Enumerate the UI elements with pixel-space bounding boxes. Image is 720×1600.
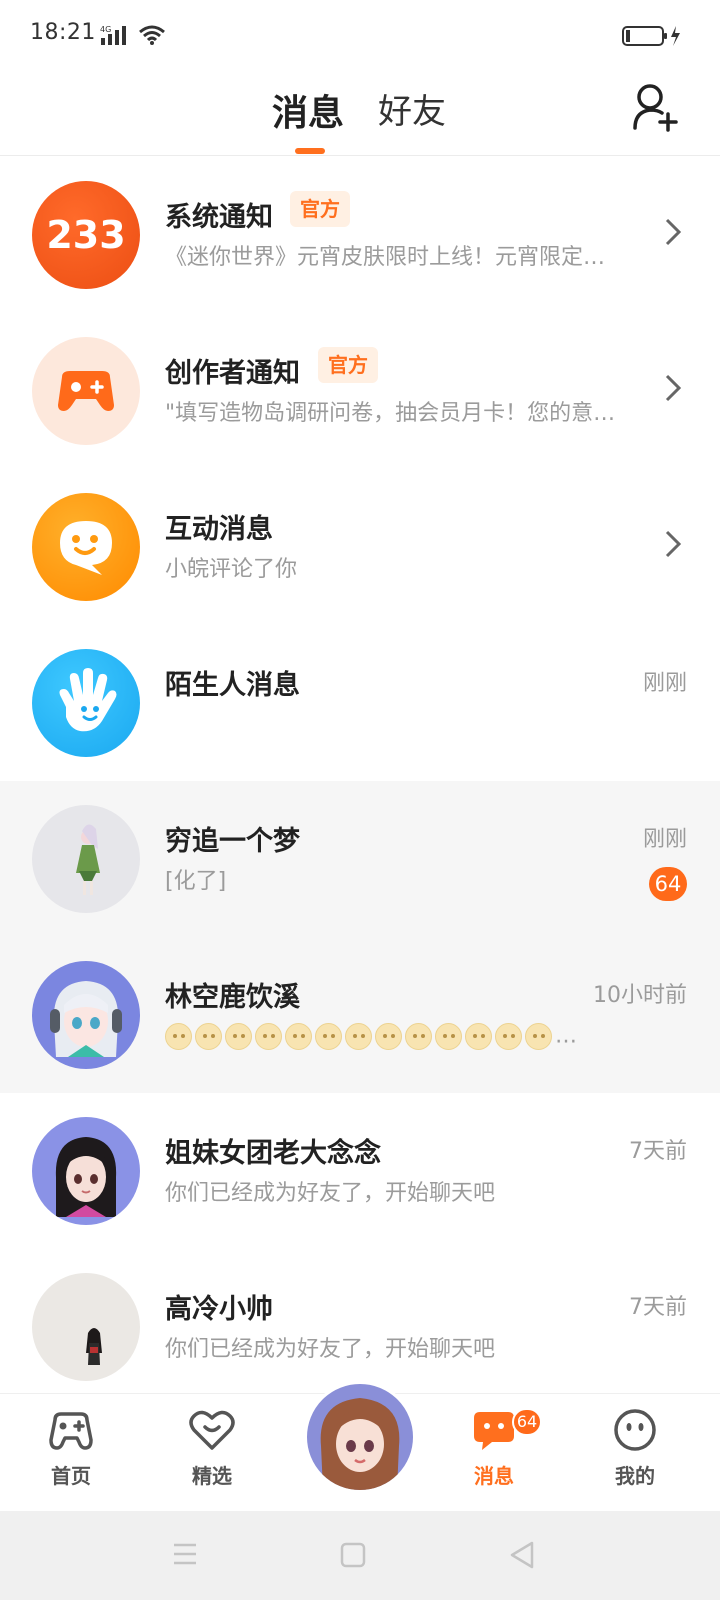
status-bar: 18:21 4G [0, 0, 720, 72]
conversation-preview: 小皖评论了你 [165, 557, 298, 582]
tab-indicator [295, 148, 325, 154]
neutral-face-emoji-icon [375, 1023, 402, 1050]
conversation-time: 7天前 [629, 1295, 687, 1320]
system-nav-bar [0, 1511, 720, 1600]
conversation-preview: "填写造物岛调研问卷，抽会员月卡！您的意… [165, 401, 616, 426]
neutral-face-emoji-icon [465, 1023, 492, 1050]
avatar [32, 1273, 140, 1381]
status-time: 18:21 [30, 20, 96, 45]
chevron-right-icon [665, 218, 682, 246]
neutral-face-emoji-icon [345, 1023, 372, 1050]
nav-mine-label: 我的 [615, 1464, 655, 1488]
conversation-row-interactions[interactable]: 互动消息 小皖评论了你 [0, 469, 720, 625]
neutral-face-emoji-icon [195, 1023, 222, 1050]
conversation-time: 刚刚 [642, 671, 687, 696]
conversation-list: 233 系统通知 官方 《迷你世界》元宵皮肤限时上线！元宵限定… 创作者通知 官… [0, 157, 720, 1405]
neutral-face-emoji-icon [435, 1023, 462, 1050]
home-square-icon[interactable] [340, 1542, 366, 1568]
conversation-time: 刚刚 [642, 827, 687, 852]
chevron-right-icon [665, 374, 682, 402]
tab-friends[interactable]: 好友 [378, 84, 446, 133]
conversation-preview: [化了] [165, 869, 227, 894]
conversation-row-user[interactable]: 姐妹女团老大念念 你们已经成为好友了，开始聊天吧 7天前 [0, 1093, 720, 1249]
avatar [32, 961, 140, 1069]
menu-icon[interactable] [172, 1542, 198, 1566]
heart-smile-icon [189, 1410, 235, 1450]
conversation-row-user[interactable]: 穷追一个梦 [化了] 刚刚 64 [0, 781, 720, 937]
conversation-title: 林空鹿饮溪 [165, 982, 300, 1013]
nav-featured-label: 精选 [192, 1464, 232, 1488]
wifi-icon [139, 25, 165, 45]
neutral-face-emoji-icon [225, 1023, 252, 1050]
conversation-preview: 《迷你世界》元宵皮肤限时上线！元宵限定… [165, 245, 606, 270]
official-badge: 官方 [318, 347, 378, 383]
neutral-face-emoji-icon [315, 1023, 342, 1050]
nav-messages-label: 消息 [474, 1464, 514, 1488]
face-icon [614, 1409, 656, 1451]
battery-charging-icon [622, 26, 680, 46]
header: 消息 好友 [0, 72, 720, 156]
conversation-time: 10小时前 [593, 983, 687, 1008]
conversation-preview: … [555, 1023, 577, 1049]
233-logo-icon: 233 [32, 181, 140, 289]
conversation-time: 7天前 [629, 1139, 687, 1164]
conversation-row-user[interactable]: 林空鹿饮溪 10小时前 … [0, 937, 720, 1093]
neutral-face-emoji-icon [165, 1023, 192, 1050]
conversation-row-strangers[interactable]: 陌生人消息 刚刚 [0, 625, 720, 781]
conversation-title: 姐妹女团老大念念 [165, 1138, 381, 1169]
emoji-preview: … [165, 1023, 577, 1050]
gamepad-icon [49, 1412, 93, 1450]
conversation-title: 陌生人消息 [165, 670, 300, 701]
svg-text:233: 233 [46, 213, 125, 257]
avatar-center-button[interactable] [304, 1381, 416, 1493]
conversation-row-system[interactable]: 233 系统通知 官方 《迷你世界》元宵皮肤限时上线！元宵限定… [0, 157, 720, 313]
neutral-face-emoji-icon [525, 1023, 552, 1050]
conversation-title: 系统通知 [165, 202, 273, 233]
conversation-title: 穷追一个梦 [165, 826, 300, 857]
back-triangle-icon[interactable] [508, 1540, 536, 1570]
add-friend-icon[interactable] [632, 82, 678, 132]
chevron-right-icon [665, 530, 682, 558]
hand-wave-icon [32, 649, 140, 757]
conversation-title: 高冷小帅 [165, 1294, 273, 1325]
nav-mine[interactable]: 我的 [585, 1408, 685, 1489]
chat-smile-icon [32, 493, 140, 601]
avatar [32, 805, 140, 913]
network-type: 4G [100, 25, 111, 34]
neutral-face-emoji-icon [285, 1023, 312, 1050]
nav-home-label: 首页 [51, 1464, 91, 1488]
neutral-face-emoji-icon [255, 1023, 282, 1050]
avatar [32, 1117, 140, 1225]
message-bubble-icon [474, 1412, 514, 1450]
neutral-face-emoji-icon [495, 1023, 522, 1050]
neutral-face-emoji-icon [405, 1023, 432, 1050]
messages-unread-badge: 64 [512, 1408, 542, 1436]
nav-featured[interactable]: 精选 [162, 1408, 262, 1489]
conversation-title: 互动消息 [165, 514, 273, 545]
conversation-preview: 你们已经成为好友了，开始聊天吧 [165, 1181, 496, 1206]
conversation-title: 创作者通知 [165, 358, 300, 389]
conversation-preview: 你们已经成为好友了，开始聊天吧 [165, 1337, 496, 1362]
nav-home[interactable]: 首页 [21, 1408, 121, 1489]
official-badge: 官方 [290, 191, 350, 227]
conversation-row-creator[interactable]: 创作者通知 官方 "填写造物岛调研问卷，抽会员月卡！您的意… [0, 313, 720, 469]
cellular-signal-icon: 4G [100, 25, 126, 45]
gamepad-icon [32, 337, 140, 445]
unread-count-badge: 64 [649, 867, 687, 901]
tab-messages[interactable]: 消息 [272, 84, 344, 136]
